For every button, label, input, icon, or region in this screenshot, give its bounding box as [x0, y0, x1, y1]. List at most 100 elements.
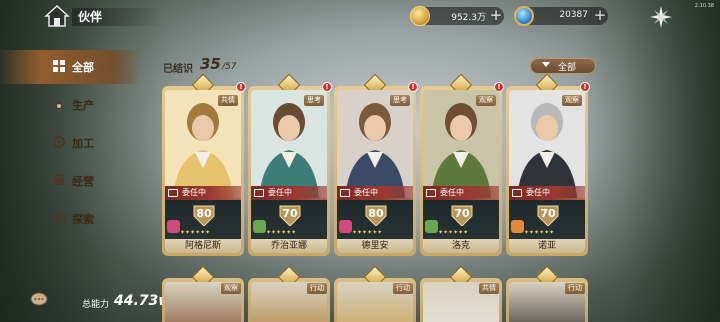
add-gold-button[interactable]: + — [489, 7, 503, 23]
sidebar-item-label: 加工 — [72, 137, 94, 150]
sidebar-item-label: 探索 — [72, 213, 94, 226]
business-icon — [54, 174, 64, 185]
gold-coin-icon — [410, 6, 430, 26]
home-button[interactable] — [44, 4, 70, 28]
total-power-label: 总能力 — [82, 300, 110, 310]
trait-tag: 行动 — [565, 283, 585, 294]
partner-card[interactable]: 行动 — [506, 265, 588, 322]
skill-icon — [511, 220, 524, 233]
version-text: 2.10.38 — [694, 3, 714, 9]
gem-icon — [514, 6, 534, 26]
assignment-icon — [168, 189, 178, 197]
filter-dropdown-label: 全部 — [558, 63, 577, 73]
status-banner: 委任中 — [251, 186, 327, 200]
card-body: 思考 委任中 80 ✦✦✦✦✦✦ 德里安 — [337, 90, 413, 253]
card-body: 观察 委任中 70 ✦✦✦✦✦✦ 诺亚 — [509, 90, 585, 253]
known-count: 35 — [200, 55, 221, 73]
portrait-image — [165, 90, 241, 198]
sidebar-item-label: 经营 — [72, 175, 94, 188]
skill-icon — [253, 220, 266, 233]
gem-value: 20387 — [559, 10, 588, 20]
skill-icon — [425, 220, 438, 233]
close-button[interactable] — [650, 6, 672, 28]
partner-card[interactable]: ! 观察 委任中 70 ✦✦✦✦✦✦ 诺亚 — [506, 73, 590, 256]
trait-tag: 共情 — [479, 283, 499, 294]
processing-icon — [53, 136, 65, 148]
partner-name: 诺亚 — [537, 241, 556, 251]
assignment-icon — [340, 189, 350, 197]
sidebar-item-processing[interactable]: 加工 — [0, 126, 140, 160]
sidebar-item-all[interactable]: 全部 — [0, 50, 140, 84]
partner-card[interactable]: ! 观察 委任中 70 ✦✦✦✦✦✦ 洛克 — [420, 73, 504, 256]
portrait-image — [251, 90, 327, 198]
status-text: 委任中 — [354, 188, 378, 197]
level-value: 80 — [368, 207, 384, 220]
card-body: 思考 委任中 70 ✦✦✦✦✦✦ 乔治亚娜 — [251, 90, 327, 253]
trait-tag: 思考 — [390, 95, 410, 106]
star-rating: ✦✦✦✦✦✦ — [266, 229, 297, 236]
level-value: 70 — [454, 207, 470, 220]
home-icon — [44, 4, 70, 27]
partner-card[interactable]: ! 思考 委任中 70 ✦✦✦✦✦✦ 乔治亚娜 — [248, 73, 332, 256]
card-body: 共情 委任中 80 ✦✦✦✦✦✦ 阿格尼斯 — [165, 90, 241, 253]
top-bar: 伙伴 952.3万 + 20387 + 2.10.38 — [0, 0, 720, 32]
close-icon — [650, 6, 672, 28]
sidebar-item-explore[interactable]: 探索 — [0, 202, 140, 236]
assignment-icon — [426, 189, 436, 197]
star-rating: ✦✦✦✦✦✦ — [180, 229, 211, 236]
partner-card[interactable]: 观察 — [162, 265, 244, 322]
level-value: 80 — [196, 207, 212, 220]
status-banner: 委任中 — [509, 186, 585, 200]
sidebar-item-production[interactable]: 生产 — [0, 88, 140, 122]
partner-card[interactable]: ! 共情 委任中 80 ✦✦✦✦✦✦ 阿格尼斯 — [162, 73, 246, 256]
sidebar-item-business[interactable]: 经营 — [0, 164, 140, 198]
status-banner: 委任中 — [337, 186, 413, 200]
portrait-image — [423, 90, 499, 198]
add-gem-button[interactable]: + — [593, 7, 607, 23]
partner-name: 乔治亚娜 — [270, 241, 307, 251]
status-banner: 委任中 — [165, 186, 241, 200]
chat-button[interactable] — [30, 292, 48, 308]
portrait-image — [509, 90, 585, 198]
gold-value: 952.3万 — [451, 13, 486, 23]
sidebar-item-label: 全部 — [72, 61, 94, 74]
card-body: 观察 委任中 70 ✦✦✦✦✦✦ 洛克 — [423, 90, 499, 253]
background-right — [580, 0, 720, 322]
name-bar: 诺亚 — [509, 239, 585, 253]
star-rating: ✦✦✦✦✦✦ — [352, 229, 383, 236]
category-sidebar: 全部 生产 加工 经营 探索 — [0, 44, 150, 244]
known-total: /57 — [222, 62, 237, 72]
page-title: 伙伴 — [78, 10, 103, 24]
status-text: 委任中 — [440, 188, 464, 197]
status-text: 委任中 — [182, 188, 206, 197]
sidebar-item-label: 生产 — [72, 99, 94, 112]
grid-icon — [53, 60, 65, 72]
skill-icon — [339, 220, 352, 233]
trait-tag: 观察 — [562, 95, 582, 106]
trait-tag: 行动 — [307, 283, 327, 294]
skill-icon — [167, 220, 180, 233]
trait-tag: 观察 — [221, 283, 241, 294]
assignment-icon — [512, 189, 522, 197]
trait-tag: 行动 — [393, 283, 413, 294]
level-value: 70 — [282, 207, 298, 220]
trait-tag: 观察 — [476, 95, 496, 106]
portrait-image — [337, 90, 413, 198]
partner-card[interactable]: 行动 — [334, 265, 416, 322]
name-bar: 阿格尼斯 — [165, 239, 241, 253]
trait-tag: 共情 — [218, 95, 238, 106]
level-value: 70 — [540, 207, 556, 220]
name-bar: 德里安 — [337, 239, 413, 253]
known-label: 已结识 — [163, 64, 193, 75]
assignment-icon — [254, 189, 264, 197]
star-rating: ✦✦✦✦✦✦ — [438, 229, 469, 236]
partner-card[interactable]: ! 思考 委任中 80 ✦✦✦✦✦✦ 德里安 — [334, 73, 418, 256]
chat-icon — [30, 292, 48, 306]
partner-name: 洛克 — [451, 241, 470, 251]
partner-card[interactable]: 行动 — [248, 265, 330, 322]
status-text: 委任中 — [526, 188, 550, 197]
partner-card[interactable]: 共情 — [420, 265, 502, 322]
status-text: 委任中 — [268, 188, 292, 197]
chevron-down-icon — [542, 62, 550, 67]
trait-tag: 思考 — [304, 95, 324, 106]
